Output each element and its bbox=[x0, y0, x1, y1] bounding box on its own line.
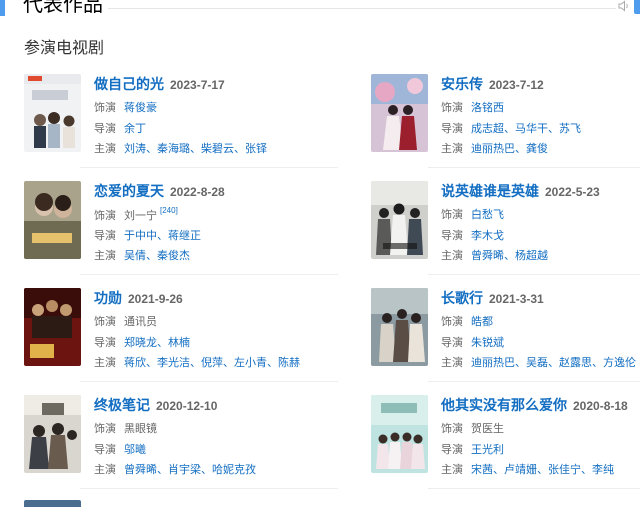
stars-label: 主演 bbox=[94, 143, 116, 155]
role-value[interactable]: 白愁飞 bbox=[471, 209, 504, 221]
stars-value[interactable]: 迪丽热巴、吴磊、赵露思、方逸伦 bbox=[471, 357, 636, 369]
poster-image[interactable] bbox=[24, 288, 81, 366]
poster-image[interactable] bbox=[24, 500, 81, 507]
poster-image[interactable] bbox=[24, 395, 81, 473]
divider bbox=[428, 274, 640, 275]
work-card: 长歌行 2021-3-31 饰演 皓都 导演 朱锐斌 主演 迪丽热巴、吴磊、赵露思、方逸… bbox=[371, 288, 640, 378]
director-value[interactable]: 余丁 bbox=[124, 123, 146, 135]
stars-label: 主演 bbox=[441, 143, 463, 155]
director-label: 导演 bbox=[441, 230, 463, 242]
work-date: 2020-12-10 bbox=[156, 399, 218, 413]
stars-label: 主演 bbox=[441, 464, 463, 476]
work-title[interactable]: 说英雄谁是英雄 2022-5-23 bbox=[441, 181, 600, 201]
work-date: 2022-8-28 bbox=[170, 185, 225, 199]
poster-image[interactable] bbox=[371, 288, 428, 366]
stars-label: 主演 bbox=[441, 250, 463, 262]
poster-image[interactable] bbox=[371, 395, 428, 473]
work-card: 他其实没有那么爱你 2020-8-18 饰演 贺医生 导演 王光利 主演 宋茜、卢靖姗、… bbox=[371, 395, 640, 485]
director-value[interactable]: 李木戈 bbox=[471, 230, 504, 242]
work-card: 安乐传 2023-7-12 饰演 洛铭西 导演 成志超、马华干、苏飞 主演 迪丽热巴、龚… bbox=[371, 74, 640, 164]
side-tool-button[interactable] bbox=[634, 0, 640, 14]
role-label: 饰演 bbox=[94, 210, 116, 222]
role-value: 贺医生 bbox=[471, 423, 504, 435]
divider bbox=[80, 167, 338, 168]
stars-value[interactable]: 宋茜、卢靖姗、张佳宁、李纯 bbox=[471, 464, 614, 476]
director-label: 导演 bbox=[94, 230, 116, 242]
poster-image[interactable] bbox=[24, 74, 81, 152]
work-card: 说英雄谁是英雄 2022-5-23 饰演 白愁飞 导演 李木戈 主演 曾舜晞、杨超越 bbox=[371, 181, 640, 271]
director-value[interactable]: 成志超、马华干、苏飞 bbox=[471, 123, 581, 135]
role-label: 饰演 bbox=[94, 316, 116, 328]
work-title[interactable]: 终极笔记 2020-12-10 bbox=[94, 395, 217, 415]
work-title[interactable]: 安乐传 2023-7-12 bbox=[441, 74, 544, 94]
director-value[interactable]: 于中中、蒋继正 bbox=[124, 230, 201, 242]
director-label: 导演 bbox=[441, 444, 463, 456]
divider bbox=[428, 381, 640, 382]
work-title[interactable]: 他其实没有那么爱你 2020-8-18 bbox=[441, 395, 628, 415]
divider bbox=[428, 488, 640, 489]
director-value[interactable]: 郑晓龙、林楠 bbox=[124, 337, 190, 349]
work-card: 终极笔记 2020-12-10 饰演 黑眼镜 导演 邬曦 主演 曾舜晞、肖宇梁、哈妮克孜 bbox=[24, 395, 324, 485]
citation-link[interactable]: [240] bbox=[160, 206, 178, 215]
role-label: 饰演 bbox=[441, 316, 463, 328]
stars-value[interactable]: 吴倩、秦俊杰 bbox=[124, 250, 190, 262]
director-label: 导演 bbox=[94, 444, 116, 456]
role-value: 通讯员 bbox=[124, 316, 157, 328]
stars-value[interactable]: 迪丽热巴、龚俊 bbox=[471, 143, 548, 155]
role-value: 刘一宁 bbox=[124, 210, 157, 222]
director-label: 导演 bbox=[441, 123, 463, 135]
section-header: 代表作品 bbox=[0, 0, 640, 20]
header-divider bbox=[108, 8, 616, 9]
role-value: 黑眼镜 bbox=[124, 423, 157, 435]
role-label: 饰演 bbox=[441, 209, 463, 221]
divider bbox=[80, 488, 338, 489]
director-value[interactable]: 王光利 bbox=[471, 444, 504, 456]
director-label: 导演 bbox=[441, 337, 463, 349]
speaker-icon[interactable] bbox=[618, 0, 630, 12]
work-date: 2021-3-31 bbox=[489, 292, 544, 306]
role-label: 饰演 bbox=[94, 423, 116, 435]
poster-image[interactable] bbox=[371, 181, 428, 259]
role-label: 饰演 bbox=[441, 102, 463, 114]
work-card: 恋爱的夏天 2022-8-28 饰演 刘一宁 [240] 导演 于中中、蒋继正 主演 吴倩… bbox=[24, 181, 324, 271]
stars-value[interactable]: 曾舜晞、肖宇梁、哈妮克孜 bbox=[124, 464, 256, 476]
work-title[interactable]: 做自己的光 2023-7-17 bbox=[94, 74, 225, 94]
poster-image[interactable] bbox=[371, 74, 428, 152]
work-date: 2020-8-18 bbox=[573, 399, 628, 413]
director-label: 导演 bbox=[94, 123, 116, 135]
header-accent-bar bbox=[0, 0, 5, 16]
director-value[interactable]: 邬曦 bbox=[124, 444, 146, 456]
work-date: 2021-9-26 bbox=[128, 292, 183, 306]
stars-value[interactable]: 刘涛、秦海璐、柴碧云、张铎 bbox=[124, 143, 267, 155]
work-title[interactable]: 功勋 2021-9-26 bbox=[94, 288, 183, 308]
divider bbox=[428, 167, 640, 168]
work-card: 功勋 2021-9-26 饰演 通讯员 导演 郑晓龙、林楠 主演 蒋欣、李光洁、倪萍、左… bbox=[24, 288, 324, 378]
stars-label: 主演 bbox=[441, 357, 463, 369]
role-value[interactable]: 洛铭西 bbox=[471, 102, 504, 114]
work-title[interactable]: 长歌行 2021-3-31 bbox=[441, 288, 544, 308]
stars-label: 主演 bbox=[94, 250, 116, 262]
divider bbox=[80, 381, 338, 382]
director-label: 导演 bbox=[94, 337, 116, 349]
header-title: 代表作品 bbox=[23, 0, 103, 16]
role-value[interactable]: 蒋俊豪 bbox=[124, 102, 157, 114]
work-date: 2023-7-12 bbox=[489, 78, 544, 92]
role-value[interactable]: 皓都 bbox=[471, 316, 493, 328]
divider bbox=[80, 274, 338, 275]
director-value[interactable]: 朱锐斌 bbox=[471, 337, 504, 349]
stars-label: 主演 bbox=[94, 464, 116, 476]
role-label: 饰演 bbox=[441, 423, 463, 435]
work-date: 2023-7-17 bbox=[170, 78, 225, 92]
role-label: 饰演 bbox=[94, 102, 116, 114]
section-subtitle: 参演电视剧 bbox=[24, 40, 105, 57]
work-date: 2022-5-23 bbox=[545, 185, 600, 199]
work-title[interactable]: 恋爱的夏天 2022-8-28 bbox=[94, 181, 225, 201]
stars-value[interactable]: 蒋欣、李光洁、倪萍、左小青、陈赫 bbox=[124, 357, 300, 369]
poster-image[interactable] bbox=[24, 181, 81, 259]
stars-label: 主演 bbox=[94, 357, 116, 369]
stars-value[interactable]: 曾舜晞、杨超越 bbox=[471, 250, 548, 262]
work-card: 做自己的光 2023-7-17 饰演 蒋俊豪 导演 余丁 主演 刘涛、秦海璐、柴碧云、张… bbox=[24, 74, 324, 164]
